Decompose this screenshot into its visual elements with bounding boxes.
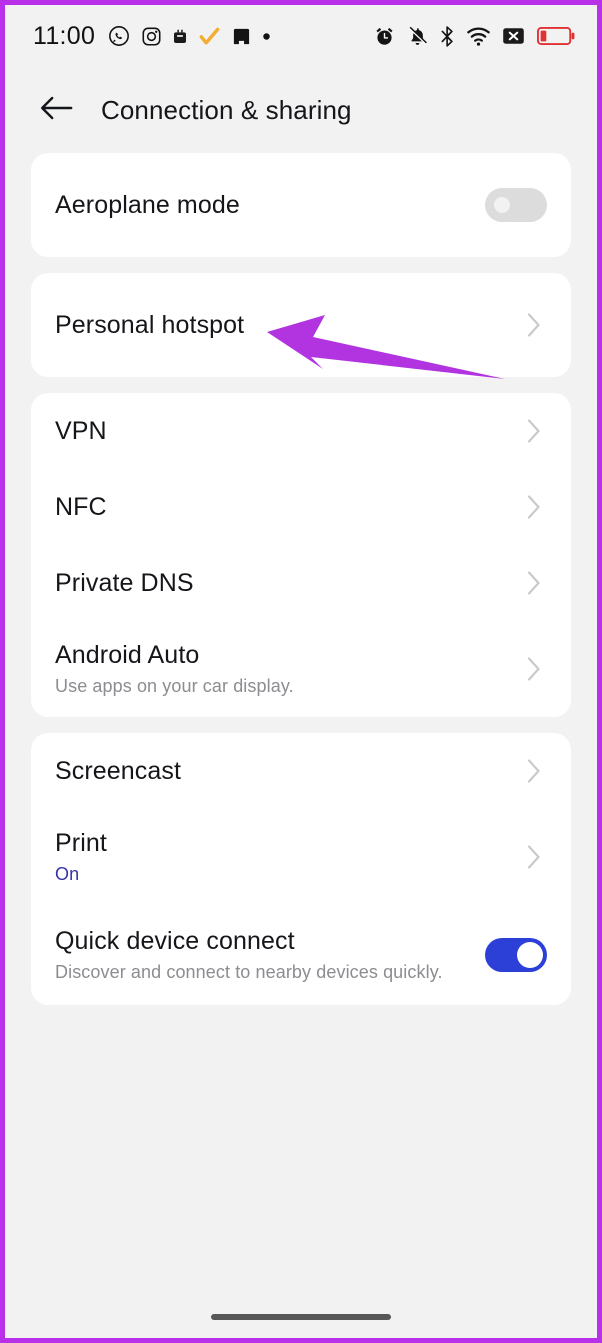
hotspot-card: Personal hotspot: [31, 273, 571, 377]
chevron-right-icon: [521, 656, 547, 682]
bell-muted-icon: [407, 26, 428, 47]
row-title: Private DNS: [55, 568, 194, 597]
row-text: Print On: [55, 829, 509, 885]
status-time: 11:00: [33, 21, 96, 50]
back-button[interactable]: [35, 88, 79, 132]
app-badge-icon: [173, 29, 187, 44]
row-text: VPN: [55, 417, 509, 446]
arrow-left-icon: [40, 95, 74, 126]
checkmark-icon: [198, 25, 221, 48]
row-text: Personal hotspot: [55, 311, 509, 340]
row-personal-hotspot[interactable]: Personal hotspot: [31, 273, 571, 377]
row-title: Aeroplane mode: [55, 190, 240, 219]
row-screencast[interactable]: Screencast: [31, 733, 571, 809]
row-quick-device-connect[interactable]: Quick device connect Discover and connec…: [31, 905, 571, 1005]
airplane-card: Aeroplane mode: [31, 153, 571, 257]
status-bar: 11:00: [5, 5, 597, 67]
row-text: Screencast: [55, 757, 509, 786]
sharing-card: Screencast Print On Quick device connect: [31, 733, 571, 1005]
row-text: Private DNS: [55, 569, 509, 598]
row-text: Aeroplane mode: [55, 191, 471, 220]
app-header: Connection & sharing: [5, 67, 597, 153]
row-aeroplane-mode[interactable]: Aeroplane mode: [31, 153, 571, 257]
chevron-right-icon: [521, 418, 547, 444]
toggle-knob: [517, 942, 543, 968]
wifi-icon: [467, 26, 490, 47]
aeroplane-mode-toggle[interactable]: [485, 188, 547, 222]
row-subtitle: Use apps on your car display.: [55, 676, 294, 696]
network-card: VPN NFC Private DNS Android Auto Use app…: [31, 393, 571, 717]
row-subtitle-status: On: [55, 864, 80, 884]
quick-device-connect-toggle[interactable]: [485, 938, 547, 972]
home-indicator[interactable]: [211, 1314, 391, 1320]
row-title: Print: [55, 829, 107, 857]
chevron-right-icon: [521, 570, 547, 596]
row-title: Screencast: [55, 756, 182, 785]
row-title: Quick device connect: [55, 927, 295, 955]
status-bar-right: [374, 25, 575, 47]
dot-icon: [262, 32, 271, 41]
whatsapp-icon: [108, 25, 130, 47]
battery-low-icon: [537, 26, 575, 46]
page-title: Connection & sharing: [101, 94, 352, 125]
no-sim-icon: [502, 26, 525, 46]
toggle-knob: [489, 192, 515, 218]
app-dark-icon: [232, 27, 251, 46]
row-vpn[interactable]: VPN: [31, 393, 571, 469]
row-text: Quick device connect Discover and connec…: [55, 927, 471, 983]
row-text: NFC: [55, 493, 509, 522]
row-private-dns[interactable]: Private DNS: [31, 545, 571, 621]
row-title: Android Auto: [55, 641, 200, 669]
row-nfc[interactable]: NFC: [31, 469, 571, 545]
row-subtitle: Discover and connect to nearby devices q…: [55, 962, 443, 982]
row-android-auto[interactable]: Android Auto Use apps on your car displa…: [31, 621, 571, 717]
alarm-icon: [374, 26, 395, 47]
chevron-right-icon: [521, 494, 547, 520]
bluetooth-icon: [440, 25, 455, 47]
row-title: Personal hotspot: [55, 310, 245, 339]
row-title: VPN: [55, 416, 107, 445]
chevron-right-icon: [521, 844, 547, 870]
row-title: NFC: [55, 492, 107, 521]
phone-screen: 11:00 Connection & sharing Aeroplane mod…: [0, 0, 602, 1343]
chevron-right-icon: [521, 312, 547, 338]
row-print[interactable]: Print On: [31, 809, 571, 905]
row-text: Android Auto Use apps on your car displa…: [55, 641, 509, 697]
instagram-icon: [141, 26, 162, 47]
status-bar-left: 11:00: [33, 22, 271, 51]
chevron-right-icon: [521, 758, 547, 784]
